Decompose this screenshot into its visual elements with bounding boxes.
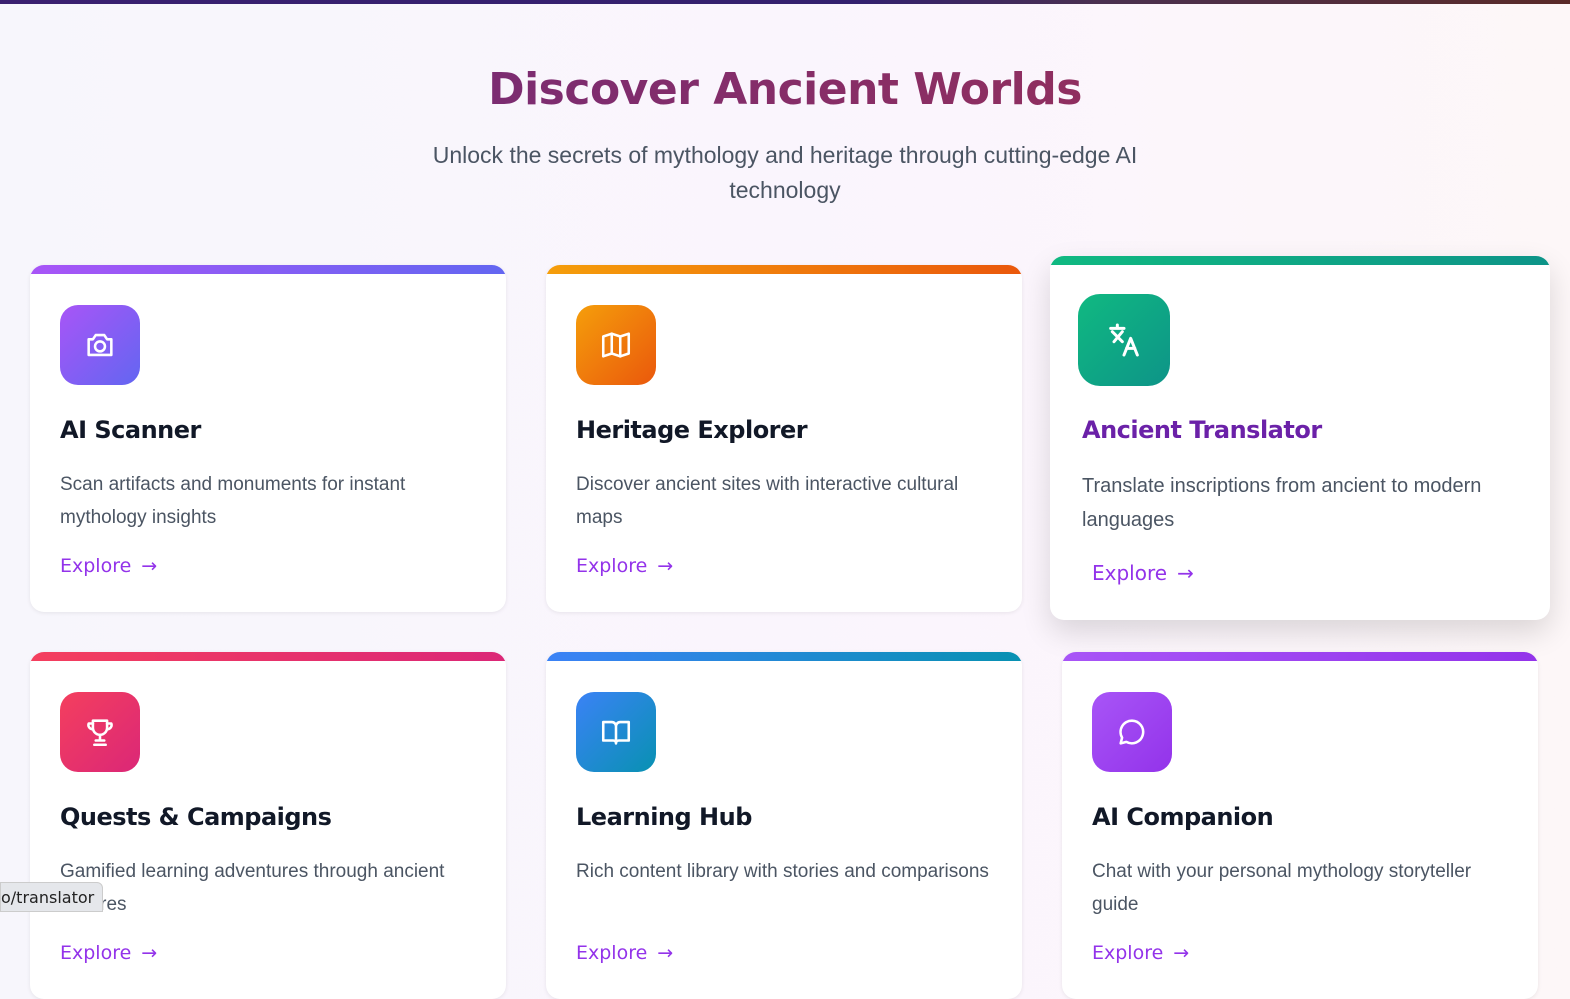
feature-card-learning-hub[interactable]: Learning Hub Rich content library with s… — [546, 652, 1022, 999]
explore-label: Explore — [1092, 942, 1164, 964]
chat-icon — [1092, 692, 1172, 772]
card-accent-bar — [546, 652, 1022, 661]
arrow-right-icon: → — [141, 555, 158, 577]
feature-card-ai-companion[interactable]: AI Companion Chat with your personal myt… — [1062, 652, 1538, 999]
book-icon — [576, 692, 656, 772]
explore-link[interactable]: Explore → — [576, 555, 673, 577]
map-icon — [576, 305, 656, 385]
card-title: AI Companion — [1092, 803, 1274, 831]
card-title: Heritage Explorer — [576, 416, 808, 444]
explore-link[interactable]: Explore → — [1092, 942, 1189, 964]
card-description: Translate inscriptions from ancient to m… — [1082, 475, 1482, 531]
explore-link[interactable]: Explore → — [60, 555, 157, 577]
feature-card-ancient-translator[interactable]: Ancient Translator Translate inscription… — [1050, 256, 1550, 620]
explore-label: Explore — [60, 555, 132, 577]
explore-link[interactable]: Explore → — [1092, 561, 1194, 585]
card-title: Learning Hub — [576, 803, 752, 831]
explore-label: Explore — [1092, 561, 1168, 585]
card-accent-bar — [546, 265, 1022, 274]
translate-icon — [1078, 294, 1170, 386]
trophy-icon — [60, 692, 140, 772]
card-title: AI Scanner — [60, 416, 201, 444]
page-title: Discover Ancient Worlds — [0, 64, 1570, 115]
arrow-right-icon: → — [1173, 942, 1190, 964]
feature-card-heritage-explorer[interactable]: Heritage Explorer Discover ancient sites… — [546, 265, 1022, 612]
explore-label: Explore — [576, 555, 648, 577]
arrow-right-icon: → — [1177, 561, 1194, 585]
arrow-right-icon: → — [657, 942, 674, 964]
top-accent-bar — [0, 0, 1570, 4]
explore-label: Explore — [576, 942, 648, 964]
explore-label: Explore — [60, 942, 132, 964]
explore-link[interactable]: Explore → — [60, 942, 157, 964]
card-accent-bar — [1062, 652, 1538, 661]
card-accent-bar — [1050, 256, 1550, 265]
link-status-tooltip: o/translator — [0, 882, 104, 912]
card-title: Quests & Campaigns — [60, 803, 332, 831]
feature-card-ai-scanner[interactable]: AI Scanner Scan artifacts and monuments … — [30, 265, 506, 612]
card-title: Ancient Translator — [1082, 416, 1322, 444]
feature-card-quests-campaigns[interactable]: Quests & Campaigns Gamified learning adv… — [30, 652, 506, 999]
card-description: Rich content library with stories and co… — [576, 861, 989, 882]
page-subtitle: Unlock the secrets of mythology and heri… — [432, 142, 1138, 203]
camera-icon — [60, 305, 140, 385]
card-description: Gamified learning adventures through anc… — [60, 861, 445, 915]
card-description: Discover ancient sites with interactive … — [576, 474, 959, 528]
card-accent-bar — [30, 265, 506, 274]
card-accent-bar — [30, 652, 506, 661]
card-description: Chat with your personal mythology storyt… — [1092, 861, 1472, 915]
arrow-right-icon: → — [657, 555, 674, 577]
card-description: Scan artifacts and monuments for instant… — [60, 474, 406, 528]
explore-link[interactable]: Explore → — [576, 942, 673, 964]
arrow-right-icon: → — [141, 942, 158, 964]
